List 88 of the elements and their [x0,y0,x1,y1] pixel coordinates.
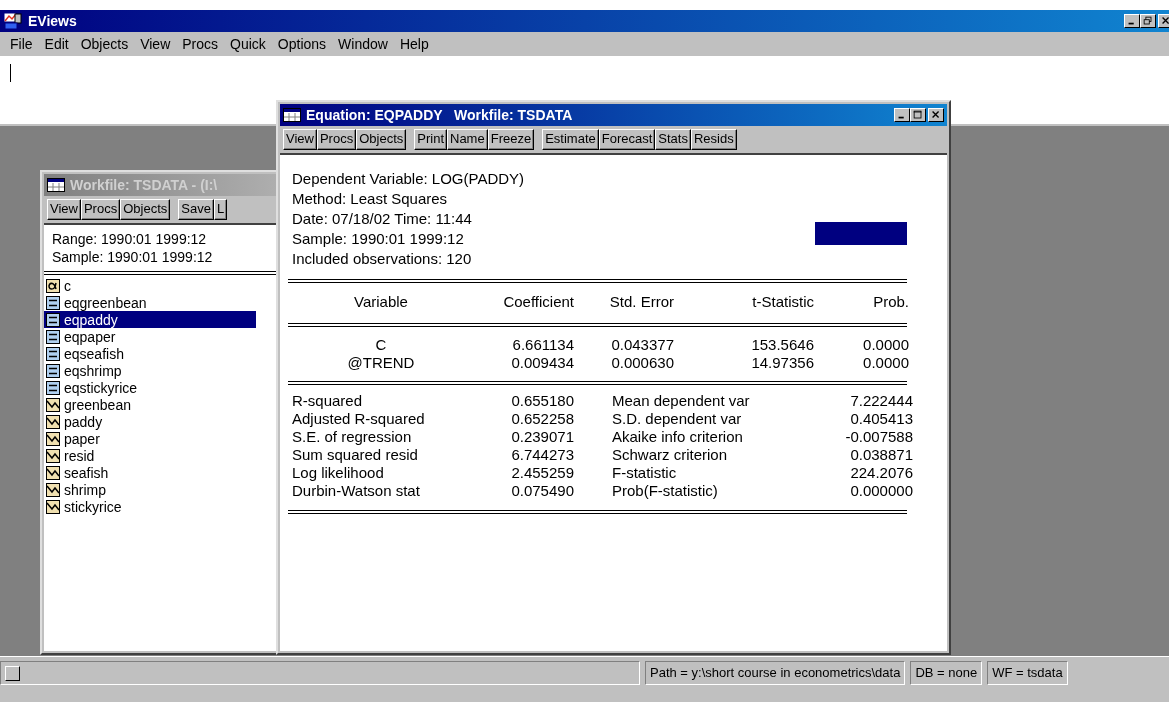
stat-label: S.E. of regression [292,428,413,446]
menu-item[interactable]: File [4,36,39,52]
table-cell-text: 0.000630 [610,354,674,372]
toolbar-button[interactable]: Objects [356,129,407,150]
menu-item[interactable]: View [134,36,177,52]
stat-label: Log likelihood [292,464,385,482]
toolbar-button[interactable]: Resids [690,129,737,150]
stat-value: 0.652258 [510,410,574,428]
toolbar-button[interactable]: Objects [120,199,171,220]
window-title: Equation: EQPADDY Workfile: TSDATA [306,107,574,123]
toolbar-button[interactable]: Estimate [542,129,599,150]
stat-value: 7.222444 [849,392,913,410]
status-panel: DB = none [910,661,983,685]
column-header: Variable [353,292,409,312]
toolbar-button[interactable]: View [47,199,81,220]
object-item[interactable]: c [44,277,256,294]
object-item[interactable]: eqgreenbean [44,294,256,311]
stat-label: R-squared [292,392,364,410]
toolbar-button[interactable]: Procs [80,199,121,220]
object-item[interactable]: eqstickyrice [44,379,256,396]
output-line: Sample: 1990:01 1999:12 [292,229,465,249]
stat-value: 0.038871 [849,446,913,464]
table-cell-text: C [374,336,388,354]
object-item[interactable]: stickyrice [44,498,256,515]
object-item[interactable]: paper [44,430,256,447]
toolbar-button[interactable]: View [283,129,317,150]
output-line: Date: 07/18/02 Time: 11:44 [292,209,473,229]
object-item[interactable]: eqpaddy [44,311,256,328]
stat-label: Akaike info criterion [611,428,744,446]
column-header: Coefficient [502,292,574,312]
stat-value: 0.405413 [849,410,913,428]
stat-value: 0.239071 [510,428,574,446]
table-cell-text: 153.5646 [750,336,814,354]
object-item[interactable]: resid [44,447,256,464]
column-header: t-Statistic [751,292,814,312]
output-line: Method: Least Squares [292,189,449,209]
stat-value: 6.744273 [510,446,574,464]
range-text: Range: 1990:01 1999:12 [52,230,208,248]
menu-item[interactable]: Options [271,36,333,52]
status-panel: Path = y:\short course in econometrics\data [645,661,906,685]
stat-label: Schwarz criterion [611,446,729,464]
table-cell-text: @TREND [346,354,416,372]
menu-item[interactable]: Edit [38,36,75,52]
menu-item[interactable]: Window [332,36,394,52]
object-item[interactable]: seafish [44,464,256,481]
output-line: Dependent Variable: LOG(PADDY) [292,169,525,189]
stat-label: Sum squared resid [292,446,419,464]
object-item[interactable]: eqpaper [44,328,256,345]
toolbar-button[interactable]: Print [414,129,447,150]
stat-label: F-statistic [611,464,678,482]
stat-value: -0.007588 [844,428,913,446]
object-item[interactable]: eqseafish [44,345,256,362]
toolbar-button[interactable]: Procs [316,129,357,150]
sample-text: Sample: 1990:01 1999:12 [52,248,214,266]
stat-value: 0.075490 [510,482,574,500]
menu-item[interactable]: Help [393,36,435,52]
toolbar-button[interactable]: Freeze [487,129,535,150]
stat-label: S.D. dependent var [611,410,743,428]
stat-value: 2.455259 [510,464,574,482]
column-header: Std. Error [608,292,674,312]
table-cell-text: 0.0000 [862,336,909,354]
toolbar-button[interactable]: Stats [655,129,691,150]
stat-value: 0.000000 [849,482,913,500]
stat-label: Durbin-Watson stat [292,482,421,500]
app-title: EViews [28,13,78,29]
toolbar-button[interactable]: Forecast [598,129,656,150]
stat-label: Adjusted R-squared [292,410,426,428]
toolbar-button[interactable]: Save [178,199,214,220]
toolbar-button[interactable]: Name [447,129,488,150]
menu-item[interactable]: Objects [74,36,135,52]
table-cell-text: 0.0000 [862,354,909,372]
table-cell-text: 0.009434 [510,354,574,372]
stat-value: 224.2076 [849,464,913,482]
status-panel: WF = tsdata [987,661,1068,685]
object-item[interactable]: paddy [44,413,256,430]
output-line: Included observations: 120 [292,249,473,269]
stat-label: Prob(F-statistic) [611,482,719,500]
object-item[interactable]: greenbean [44,396,256,413]
object-item[interactable]: shrimp [44,481,256,498]
column-header: Prob. [872,292,909,312]
stat-label: Mean dependent var [611,392,751,410]
menu-item[interactable]: Quick [224,36,272,52]
table-cell-text: 6.661134 [511,336,574,354]
object-item[interactable]: eqshrimp [44,362,256,379]
table-cell-text: 14.97356 [750,354,814,372]
menu-item[interactable]: Procs [176,36,225,52]
stat-value: 0.655180 [510,392,574,410]
table-cell-text: 0.043377 [610,336,674,354]
